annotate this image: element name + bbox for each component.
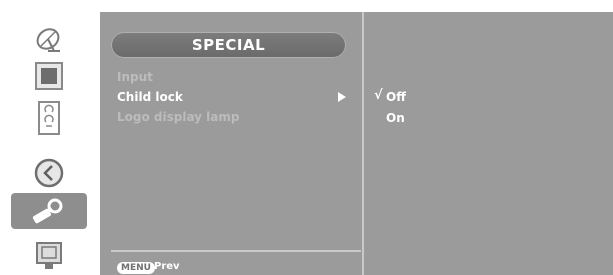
menu-item-input[interactable]: Input [117,70,153,85]
screen-icon[interactable] [11,238,87,274]
checkmark-icon: √ [374,88,383,103]
special-tools-icon[interactable] [11,193,87,229]
clock-icon[interactable] [11,155,87,191]
menu-key-badge: MENU [117,262,155,274]
menu-item-logo-display-lamp[interactable]: Logo display lamp [117,110,239,125]
picture-icon[interactable] [11,58,87,94]
osd-icon-sidebar [0,0,100,275]
footer-divider [111,250,361,252]
prev-label: Prev [154,261,180,272]
menu-title: SPECIAL [111,32,346,58]
option-off[interactable]: Off [386,90,406,104]
submenu-column: √ Off On [364,12,613,275]
option-on[interactable]: On [386,111,405,125]
speaker-icon[interactable] [11,100,87,136]
menu-item-child-lock[interactable]: Child lock [117,90,183,105]
menu-column: SPECIAL Input Child lock Logo display la… [100,12,362,275]
special-menu-panel: SPECIAL Input Child lock Logo display la… [100,12,613,275]
submenu-arrow-icon [338,92,346,102]
satellite-dish-icon[interactable] [11,20,87,56]
